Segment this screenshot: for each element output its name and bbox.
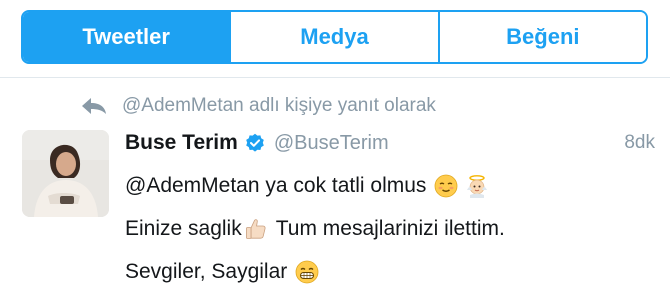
grinning-face-emoji	[295, 260, 319, 283]
display-name[interactable]: Buse Terim	[125, 131, 238, 155]
timestamp[interactable]: 8dk	[624, 132, 655, 154]
tab-begeni[interactable]: Beğeni	[437, 12, 646, 62]
user-handle[interactable]: @BuseTerim	[274, 132, 389, 155]
verified-badge-icon	[246, 133, 264, 152]
tweet-line-2a-text: Einize saglik	[125, 217, 242, 240]
reply-context[interactable]: @AdemMetan adlı kişiye yanıt olarak	[80, 93, 436, 119]
baby-angel-emoji	[467, 174, 488, 198]
tweet-header: Buse Terim @BuseTerim 8dk	[125, 128, 655, 158]
tweet-text: @AdemMetan ya cok tatli olmus Einize sag…	[125, 164, 655, 293]
reply-context-text: @AdemMetan adlı kişiye yanıt olarak	[122, 95, 436, 116]
tweet-line-2: Einize saglik Tum mesajlarinizi ilettim.	[125, 207, 655, 250]
avatar[interactable]	[22, 130, 109, 217]
profile-tabs: Tweetler Medya Beğeni	[21, 10, 648, 64]
relieved-face-emoji	[435, 174, 458, 197]
tweet-line-2b-text: Tum mesajlarinizi ilettim.	[275, 217, 505, 240]
tweet-line-3: Sevgiler, Saygilar	[125, 250, 655, 293]
tabs-divider	[0, 77, 670, 78]
thumbs-up-emoji	[245, 218, 266, 239]
tweet-line-1-text: @AdemMetan ya cok tatli olmus	[125, 174, 427, 197]
tweet-line-3-text: Sevgiler, Saygilar	[125, 260, 288, 283]
tab-medya[interactable]: Medya	[229, 12, 438, 62]
tab-tweetler[interactable]: Tweetler	[23, 12, 230, 62]
reply-arrow-icon	[82, 98, 106, 114]
tweet-line-1: @AdemMetan ya cok tatli olmus	[125, 164, 655, 207]
